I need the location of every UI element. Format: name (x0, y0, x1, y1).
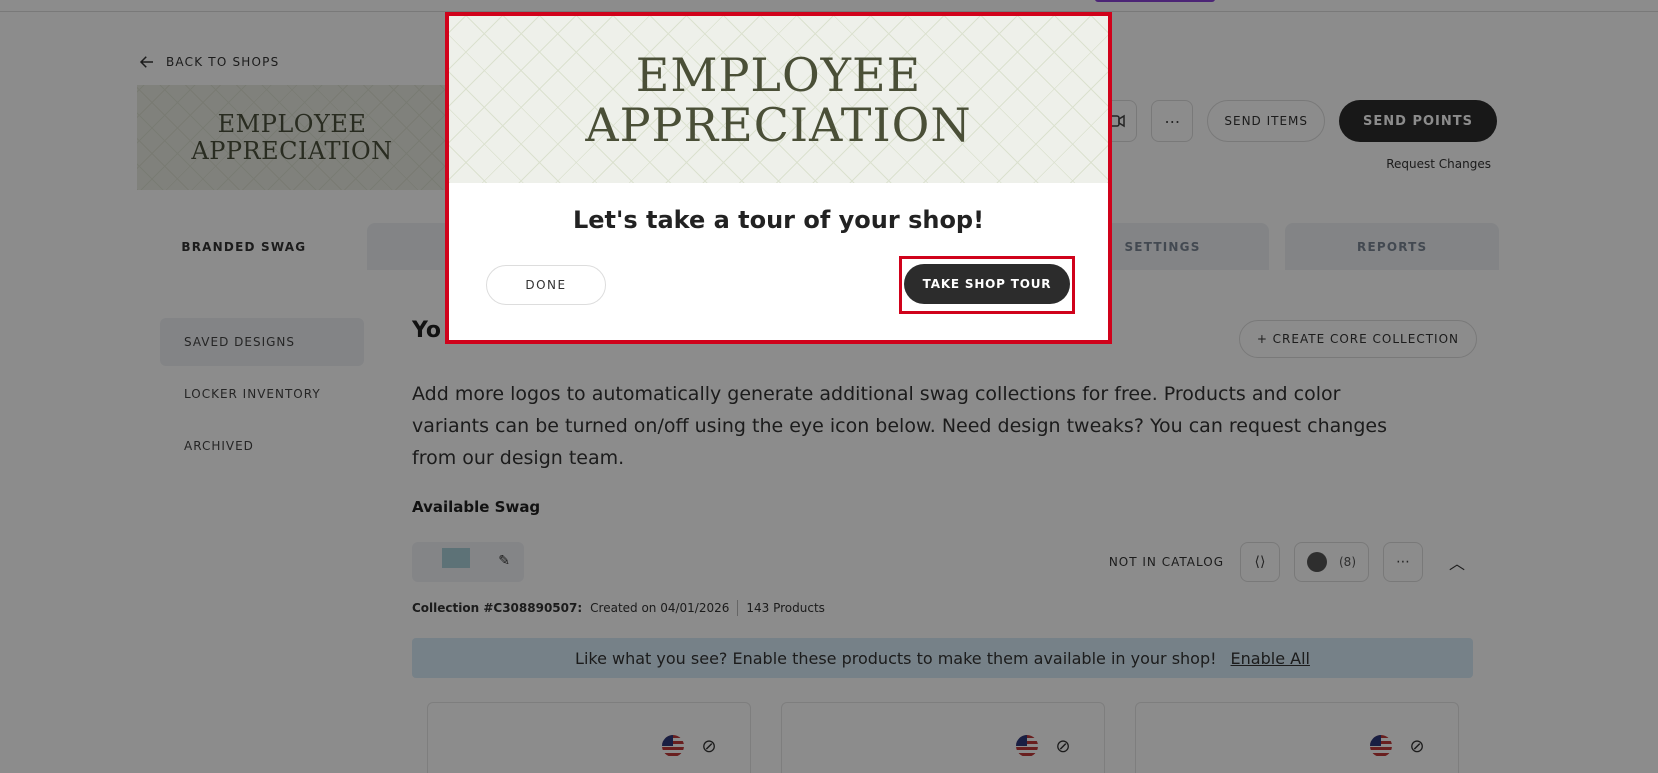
tour-modal: EMPLOYEE APPRECIATION Let's take a tour o… (445, 12, 1112, 344)
tour-button-highlight: TAKE SHOP TOUR (899, 256, 1075, 314)
modal-banner-line2: APPRECIATION (585, 97, 972, 152)
modal-banner-line1: EMPLOYEE (635, 47, 922, 102)
modal-heading: Let's take a tour of your shop! (572, 206, 985, 234)
take-shop-tour-button[interactable]: TAKE SHOP TOUR (904, 264, 1070, 304)
done-button[interactable]: DONE (486, 265, 606, 305)
modal-banner: EMPLOYEE APPRECIATION (449, 16, 1108, 183)
